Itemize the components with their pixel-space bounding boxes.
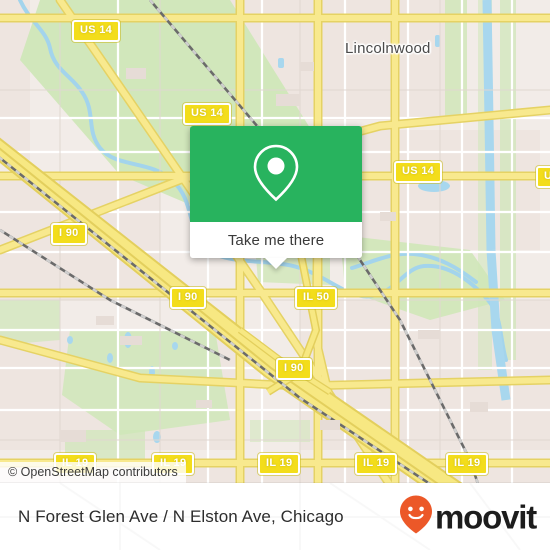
city-label-lincolnwood: Lincolnwood <box>345 40 431 57</box>
moovit-pin-smiley-icon <box>399 494 433 539</box>
location-popup-card[interactable]: Take me there <box>190 126 362 269</box>
road-shield-us14-2[interactable]: US 14 <box>183 103 232 125</box>
road-shield-il19-5[interactable]: IL 19 <box>446 453 489 475</box>
road-shield-us14-1[interactable]: US 14 <box>72 20 121 42</box>
road-shield-il50[interactable]: IL 50 <box>295 287 338 309</box>
popup-pin-area <box>190 126 362 222</box>
moovit-wordmark: moovit <box>435 498 537 535</box>
road-shield-i90-1[interactable]: I 90 <box>51 223 87 245</box>
road-shield-i90-3[interactable]: I 90 <box>276 358 312 380</box>
road-shield-i90-2[interactable]: I 90 <box>170 287 206 309</box>
road-shield-us-edge[interactable]: U <box>536 166 550 188</box>
bottom-bar: N Forest Glen Ave / N Elston Ave, Chicag… <box>0 483 550 550</box>
road-shield-us14-3[interactable]: US 14 <box>394 161 443 183</box>
road-shield-il19-4[interactable]: IL 19 <box>355 453 398 475</box>
take-me-there-button[interactable]: Take me there <box>190 222 362 269</box>
map-screen: Lincolnwood US 14 US 14 US 14 U I 90 I 9… <box>0 0 550 550</box>
location-title: N Forest Glen Ave / N Elston Ave, Chicag… <box>18 506 344 526</box>
take-me-there-label: Take me there <box>227 231 325 249</box>
moovit-brand[interactable]: moovit <box>399 494 537 539</box>
map-pin-icon <box>248 141 304 208</box>
popup-tail-pointer <box>265 258 287 269</box>
osm-attribution[interactable]: © OpenStreetMap contributors <box>0 462 186 483</box>
road-shield-il19-3[interactable]: IL 19 <box>258 453 301 475</box>
